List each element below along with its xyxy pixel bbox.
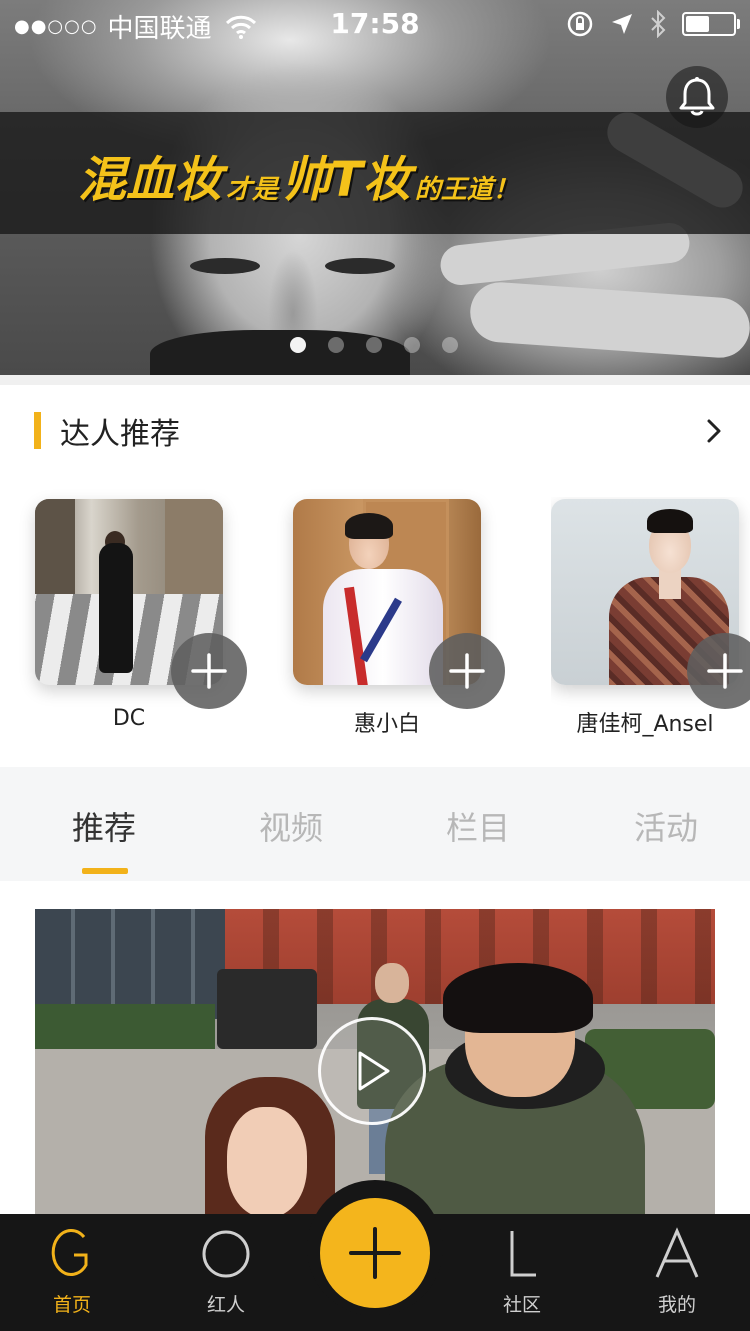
- photo-person-hair: [647, 509, 693, 533]
- nav-home[interactable]: 首页: [12, 1214, 132, 1331]
- banner-photo-nose: [268, 250, 318, 330]
- banner-headline-part1: 混血妆: [78, 152, 223, 208]
- pager-dot[interactable]: [442, 337, 458, 353]
- nav-profile-glyph: [617, 1224, 737, 1284]
- video-woman-face: [227, 1107, 307, 1214]
- expert-name: 惠小白: [353, 712, 420, 737]
- video-man-hair: [443, 963, 593, 1033]
- pager-dot[interactable]: [404, 337, 420, 353]
- follow-button[interactable]: [171, 633, 247, 709]
- banner-headline-part2: 才是: [226, 175, 279, 205]
- bell-icon: [679, 77, 715, 116]
- follow-button[interactable]: [429, 633, 505, 709]
- pager-dot[interactable]: [366, 337, 382, 353]
- follow-button[interactable]: [687, 633, 750, 709]
- circle-icon: [202, 1230, 250, 1278]
- photo-person-hair: [345, 513, 393, 539]
- banner-headline-part4: 的王道！: [414, 175, 519, 205]
- banner-photo-eye-left: [190, 258, 260, 274]
- banner-pager: [290, 337, 458, 353]
- nav-home-glyph: [12, 1224, 132, 1284]
- photo-building: [165, 499, 223, 594]
- experts-section-title: 达人推荐: [60, 417, 180, 452]
- expert-card[interactable]: 唐佳柯_Ansel: [551, 497, 750, 747]
- hero-banner[interactable]: 混血妆 才是 帅T妆 的王道！: [0, 0, 750, 375]
- expert-card[interactable]: 惠小白: [293, 497, 553, 747]
- tab-recommend[interactable]: 推荐: [72, 803, 136, 849]
- pager-dot[interactable]: [328, 337, 344, 353]
- bluetooth-icon: [651, 10, 666, 38]
- tab-video[interactable]: 视频: [259, 803, 323, 849]
- nav-celebrities[interactable]: 红人: [166, 1214, 286, 1331]
- plus-icon: [707, 653, 743, 689]
- nav-profile[interactable]: 我的: [617, 1214, 737, 1331]
- tab-columns[interactable]: 栏目: [446, 803, 510, 849]
- nav-home-label: 首页: [52, 1294, 91, 1316]
- photo-person: [99, 543, 133, 673]
- plus-icon: [349, 1227, 401, 1279]
- status-icons: [566, 10, 740, 38]
- section-accent-bar: [34, 412, 41, 449]
- chevron-right-icon[interactable]: [700, 413, 730, 449]
- play-icon: [358, 1051, 390, 1091]
- nav-celebrities-glyph: [166, 1224, 286, 1284]
- nav-celebrities-label: 红人: [206, 1294, 245, 1316]
- video-bg-hedge: [35, 1004, 215, 1049]
- banner-photo-hand: [468, 280, 750, 360]
- banner-headline: 混血妆 才是 帅T妆 的王道！: [78, 140, 523, 210]
- expert-name: DC: [112, 706, 146, 731]
- expert-name: 唐佳柯_Ansel: [576, 712, 714, 737]
- video-card[interactable]: [35, 909, 715, 1214]
- status-bar: ●●○○○ 中国联通 17:58: [0, 0, 750, 48]
- create-post-button[interactable]: [320, 1198, 430, 1308]
- nav-community[interactable]: 社区: [462, 1214, 582, 1331]
- rotation-lock-icon: [567, 11, 593, 37]
- section-divider: [0, 375, 750, 385]
- location-arrow-icon: [612, 14, 632, 34]
- video-person-head: [375, 963, 409, 1003]
- battery-icon: [682, 12, 740, 36]
- profile-a-icon: [655, 1227, 699, 1278]
- plus-icon: [449, 653, 485, 689]
- video-bg-building: [35, 909, 225, 1019]
- photo-person-neck: [659, 569, 681, 599]
- active-tab-indicator: [82, 868, 128, 874]
- expert-card[interactable]: DC: [35, 497, 295, 747]
- nav-community-glyph: [462, 1224, 582, 1284]
- pager-dot[interactable]: [290, 337, 306, 353]
- battery-level: [686, 16, 709, 32]
- experts-section-header[interactable]: 达人推荐: [0, 395, 750, 467]
- photo-building: [35, 499, 75, 594]
- experts-list: DC 惠小白 唐佳柯_Ansel: [0, 497, 750, 747]
- notification-button[interactable]: [666, 66, 728, 128]
- plus-icon: [191, 653, 227, 689]
- banner-headline-part3: 帅T妆: [282, 152, 411, 208]
- tab-events[interactable]: 活动: [634, 803, 698, 849]
- play-button[interactable]: [318, 1017, 426, 1125]
- community-l-icon: [510, 1231, 536, 1277]
- content-tabs: 推荐 视频 栏目 活动: [0, 767, 750, 881]
- nav-profile-label: 我的: [657, 1294, 696, 1316]
- home-g-icon: [51, 1229, 88, 1276]
- video-bg-cart: [217, 969, 317, 1049]
- banner-photo-eye-right: [325, 258, 395, 274]
- nav-community-label: 社区: [502, 1294, 541, 1316]
